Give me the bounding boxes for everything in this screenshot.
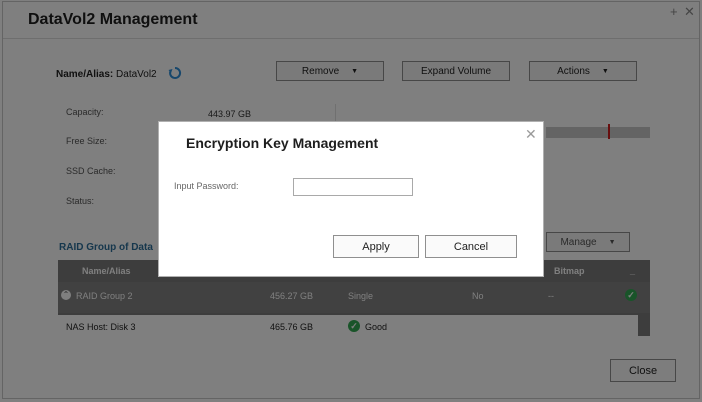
cancel-button[interactable]: Cancel	[425, 235, 517, 258]
password-label: Input Password:	[174, 181, 239, 191]
close-icon[interactable]: ✕	[525, 126, 537, 143]
encryption-key-dialog: Encryption Key Management ✕ Input Passwo…	[158, 121, 544, 277]
password-input[interactable]	[293, 178, 413, 196]
dialog-title: Encryption Key Management	[186, 135, 379, 151]
apply-button[interactable]: Apply	[333, 235, 419, 258]
